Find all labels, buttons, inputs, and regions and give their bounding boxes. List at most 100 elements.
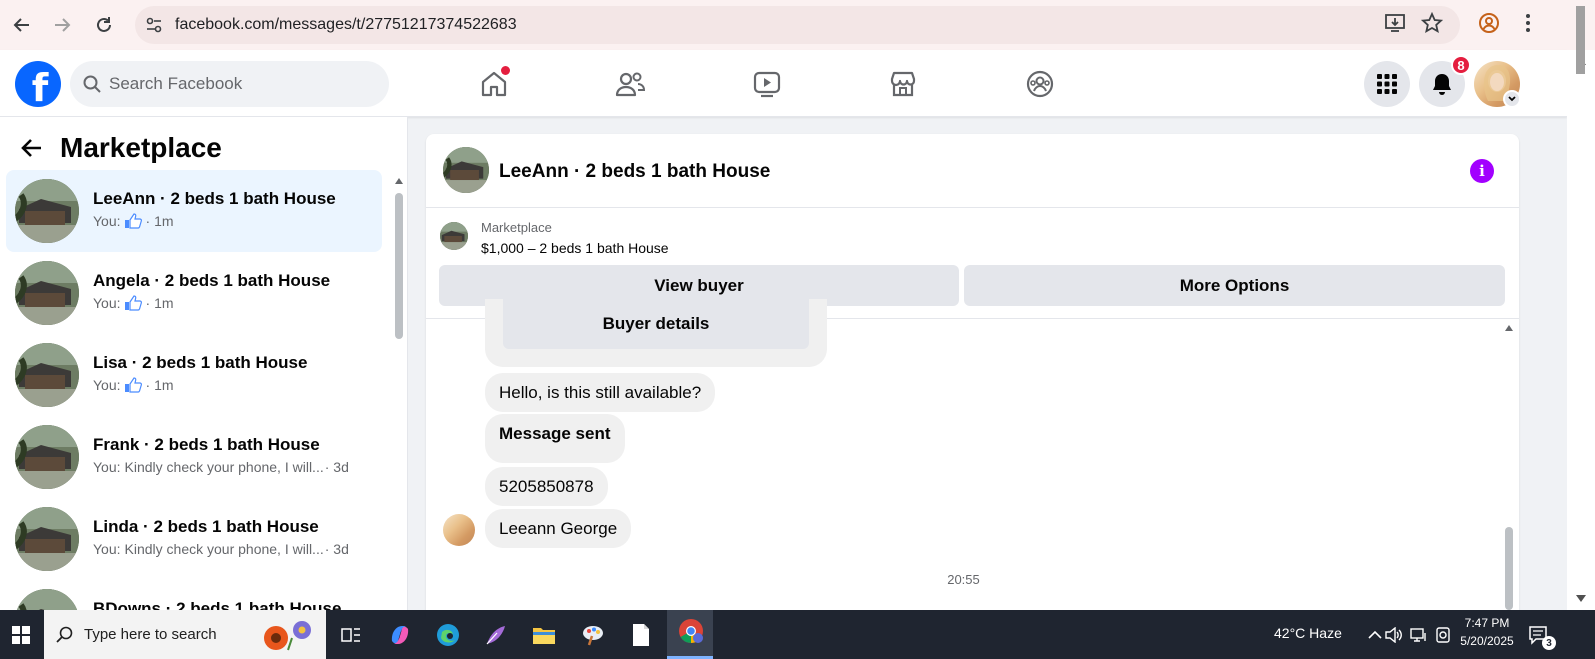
message-bubble[interactable]: Message sent [485, 414, 625, 463]
conversation-item[interactable]: Lisa · 2 beds 1 bath House You: · 1m [6, 334, 382, 416]
conversation-name: LeeAnn · 2 beds 1 bath House [93, 189, 336, 208]
sidebar-scroll-thumb[interactable] [395, 193, 403, 339]
scroll-up-arrow-icon [1505, 325, 1513, 331]
sidebar-scrollbar[interactable] [392, 177, 406, 610]
back-arrow-icon[interactable] [20, 136, 44, 160]
preview-time: · 1m [145, 295, 174, 311]
bell-icon [1433, 74, 1451, 95]
message-bubble[interactable]: 5205850878 [485, 467, 608, 506]
chat-scrollbar[interactable] [1501, 319, 1517, 610]
start-button[interactable] [4, 618, 38, 652]
chrome-icon [679, 619, 703, 643]
reload-button[interactable] [90, 11, 118, 39]
action-center-button[interactable]: 3 [1522, 618, 1556, 652]
page-scroll-thumb[interactable] [1576, 6, 1585, 74]
address-bar[interactable]: facebook.com/messages/t/2775121737452268… [135, 6, 1460, 44]
reload-icon [97, 17, 111, 32]
thumbs-up-icon [124, 295, 142, 311]
flower-decoration-icon [264, 621, 311, 651]
conversation-name: BDowns · 2 beds 1 bath House [93, 599, 342, 610]
page-scrollbar[interactable] [1567, 6, 1595, 610]
video-icon [753, 71, 781, 98]
sidebar-title: Marketplace [60, 132, 222, 163]
install-app-icon[interactable] [1384, 12, 1406, 34]
sender-avatar[interactable] [443, 514, 475, 546]
preview-time: · 3d [324, 541, 349, 557]
file-explorer-icon[interactable] [527, 618, 561, 652]
facebook-logo[interactable]: f [15, 61, 61, 110]
conversation-item[interactable]: LeeAnn · 2 beds 1 bath House You: · 1m [6, 170, 382, 252]
chat-avatar[interactable] [443, 147, 489, 193]
info-button[interactable]: i [1470, 159, 1494, 183]
notepad-icon[interactable] [624, 618, 658, 652]
listing-title[interactable]: $1,000 – 2 beds 1 bath House [481, 240, 669, 256]
thumbs-up-icon [124, 213, 142, 229]
url-text[interactable]: facebook.com/messages/t/2775121737452268… [175, 16, 517, 34]
search-box[interactable] [70, 61, 389, 107]
scroll-up-arrow-icon [395, 178, 403, 184]
feather-app-icon[interactable] [479, 618, 513, 652]
message-bubble[interactable]: Leeann George [485, 509, 632, 548]
conversation-name: Angela · 2 beds 1 bath House [93, 271, 331, 290]
conversation-preview: You: · 1m [93, 377, 174, 393]
task-view-icon[interactable] [334, 618, 368, 652]
edge-icon[interactable] [431, 618, 465, 652]
conversation-avatar [15, 261, 79, 325]
preview-prefix: You: [93, 377, 121, 393]
chrome-taskbar-button[interactable] [667, 610, 713, 659]
conversation-name: Frank · 2 beds 1 bath House [93, 435, 320, 454]
home-notification-dot [501, 66, 510, 75]
notifications-button[interactable]: 8 [1419, 55, 1471, 107]
sidebar-header: Marketplace [20, 132, 222, 164]
back-button[interactable] [8, 11, 36, 39]
clock-time: 7:47 PM [1464, 616, 1510, 630]
notification-badge: 8 [1451, 55, 1471, 75]
conversation-item[interactable]: BDowns · 2 beds 1 bath House [6, 580, 382, 610]
groups-icon [1026, 70, 1054, 98]
conversation-avatar [15, 425, 79, 489]
conversation-item[interactable]: Frank · 2 beds 1 bath House You: Kindly ch… [6, 416, 382, 498]
search-input[interactable] [109, 74, 349, 94]
conversation-preview: You: Kindly check your phone, I will... · … [93, 541, 349, 557]
taskbar-clock[interactable]: 7:47 PM 5/20/2025 [1456, 614, 1518, 650]
conversation-item[interactable]: Angela · 2 beds 1 bath House You: · 1m [6, 252, 382, 334]
chat-panel: LeeAnn · 2 beds 1 bath House i Marketpla… [426, 134, 1519, 610]
thumbs-up-icon [124, 377, 142, 393]
nav-friends[interactable] [612, 66, 648, 102]
copilot-icon[interactable] [383, 618, 417, 652]
preview-time: · 1m [145, 213, 174, 229]
marketplace-icon [890, 71, 916, 97]
more-options-button[interactable]: More Options [964, 265, 1505, 306]
account-chevron[interactable] [1503, 90, 1521, 108]
conversation-sidebar: Marketplace LeeAnn · 2 beds 1 bath House… [0, 117, 408, 610]
message-bubble[interactable]: Hello, is this still available? [485, 373, 716, 412]
weather-text[interactable]: 42°C Haze [1274, 625, 1342, 641]
nav-video[interactable] [749, 66, 785, 102]
forward-button[interactable] [48, 11, 76, 39]
search-icon [56, 626, 73, 643]
windows-logo-icon [12, 626, 30, 644]
site-settings-icon[interactable] [145, 16, 163, 39]
chevron-down-icon [1508, 96, 1516, 102]
listing-label: Marketplace [481, 220, 552, 235]
listing-thumbnail[interactable] [440, 222, 468, 250]
conversation-item[interactable]: Linda · 2 beds 1 bath House You: Kindly ch… [6, 498, 382, 580]
conversation-avatar [15, 589, 79, 610]
profile-icon[interactable] [1478, 12, 1500, 34]
preview-prefix: You: [93, 541, 121, 557]
nav-groups[interactable] [1022, 66, 1058, 102]
menu-kebab-icon[interactable] [1524, 12, 1532, 34]
chat-title[interactable]: LeeAnn · 2 beds 1 bath House [499, 161, 770, 183]
nav-home[interactable] [476, 66, 512, 102]
meet-now-icon[interactable] [1426, 618, 1460, 652]
paint-app-icon[interactable] [576, 618, 610, 652]
preview-time: · 1m [145, 377, 174, 393]
chat-scroll-thumb[interactable] [1505, 527, 1513, 610]
buyer-details-button[interactable]: Buyer details [503, 299, 809, 349]
nav-marketplace[interactable] [885, 66, 921, 102]
windows-taskbar: Type here to search 42°C Haze 7:47 PM 5/… [0, 610, 1595, 659]
taskbar-search[interactable]: Type here to search [44, 610, 326, 659]
bookmark-star-icon[interactable] [1421, 12, 1443, 34]
menu-grid-button[interactable] [1364, 61, 1410, 107]
preview-time: · 3d [324, 459, 349, 475]
